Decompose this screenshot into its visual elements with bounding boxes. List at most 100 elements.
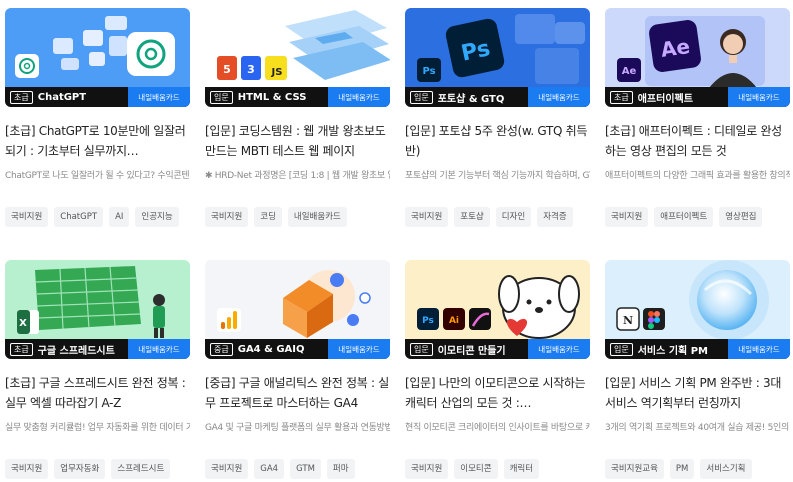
tag[interactable]: 캐릭터 [503, 459, 540, 479]
js-icon: JS [265, 56, 287, 80]
tag[interactable]: 국비지원 [205, 459, 249, 479]
naeil-card-badge: 내일배움카드 [728, 339, 790, 359]
tag[interactable]: 서비스기획 [700, 459, 752, 479]
tag[interactable]: 스프레드시트 [111, 459, 171, 479]
illustrator-icon: Ai [443, 308, 465, 330]
tag[interactable]: 국비지원 [405, 459, 449, 479]
course-thumbnail[interactable]: Ps Ai 입문 이모티콘 만들기 내일배움카드 [405, 260, 590, 359]
svg-text:5: 5 [223, 63, 231, 76]
thumbnail-caption-bar: 입문 이모티콘 만들기 내일배움카드 [405, 339, 590, 359]
course-card[interactable]: Ae Ae 초급 애프터이펙트 내일배움카드 [초급] 애프터이펙트 : 디테일… [605, 8, 790, 227]
level-badge: 입문 [610, 342, 633, 356]
course-title[interactable]: [초급] ChatGPT로 10분만에 일잘러 되기 : 기초부터 실무까지… [5, 121, 190, 161]
svg-text:X: X [19, 318, 27, 329]
after-effects-icon: Ae [617, 58, 641, 82]
tag[interactable]: PM [669, 459, 695, 479]
tag[interactable]: 이모티콘 [454, 459, 498, 479]
course-thumbnail[interactable]: N 입문 서비스 기획 PM 내일배움카드 [605, 260, 790, 359]
tag-list: 국비지원교육 PM 서비스기획 [605, 459, 790, 479]
course-title[interactable]: [초급] 구글 스프레드시트 완전 정복 : 실무 엑셀 따라잡기 A-Z [5, 373, 190, 413]
tag[interactable]: 국비지원 [5, 459, 49, 479]
course-title[interactable]: [입문] 나만의 이모티콘으로 시작하는 캐릭터 산업의 모든 것 :… [405, 373, 590, 413]
course-card[interactable]: 중급 GA4 & GAIQ 내일배움카드 [중급] 구글 애널리틱스 완전 정복… [205, 260, 390, 479]
naeil-card-badge: 내일배움카드 [728, 87, 790, 107]
course-thumbnail[interactable]: X 초급 구글 스프레드시트 내일배움카드 [5, 260, 190, 359]
subject-label: 서비스 기획 PM [637, 345, 708, 357]
subject-label: 이모티콘 만들기 [437, 345, 506, 357]
course-title[interactable]: [중급] 구글 애널리틱스 완전 정복 : 실무 프로젝트로 마스터하는 GA4 [205, 373, 390, 413]
course-thumbnail[interactable]: Ps Ps 입문 포토샵 & GTQ 내일배움카드 [405, 8, 590, 107]
tag[interactable]: GTM [290, 459, 321, 479]
tag-list: 국비지원 코딩 내일배움카드 [205, 207, 390, 227]
subject-label: 애프터이펙트 [637, 93, 693, 105]
tag-list: 국비지원 이모티콘 캐릭터 [405, 459, 590, 479]
svg-text:Ps: Ps [422, 316, 434, 326]
naeil-card-badge: 내일배움카드 [128, 339, 190, 359]
course-card[interactable]: 5 3 JS 입문 HTML & CSS 내일배움카드 [입문] 코딩스템원 :… [205, 8, 390, 227]
thumbnail-caption-bar: 입문 포토샵 & GTQ 내일배움카드 [405, 87, 590, 107]
subject-label: GA4 & GAIQ [237, 343, 305, 355]
level-badge: 중급 [210, 342, 233, 356]
svg-text:N: N [623, 314, 633, 327]
tag[interactable]: 국비지원 [605, 207, 649, 227]
course-thumbnail[interactable]: 초급 ChatGPT 내일배움카드 [5, 8, 190, 107]
course-card[interactable]: Ps Ai 입문 이모티콘 만들기 내일배움카드 [입문] 나만의 이모티콘으로… [405, 260, 590, 479]
tag[interactable]: 국비지원 [405, 207, 449, 227]
tag[interactable]: 내일배움카드 [287, 207, 347, 227]
naeil-card-badge: 내일배움카드 [328, 339, 390, 359]
course-card[interactable]: N 입문 서비스 기획 PM 내일배움카드 [입문] 서비스 기획 PM 완주반… [605, 260, 790, 479]
course-card[interactable]: X 초급 구글 스프레드시트 내일배움카드 [초급] 구글 스프레드시트 완전 … [5, 260, 190, 479]
tag[interactable]: 코딩 [254, 207, 282, 227]
tag[interactable]: 애프터이펙트 [654, 207, 714, 227]
course-thumbnail[interactable]: 중급 GA4 & GAIQ 내일배움카드 [205, 260, 390, 359]
course-title[interactable]: [입문] 서비스 기획 PM 완주반 : 3대 서비스 역기획부터 런칭까지 [605, 373, 790, 413]
course-description: 현직 이모티콘 크리에이터의 인사이트를 바탕으로 캐릭터를 활용한 다양한 산… [405, 423, 590, 433]
course-card[interactable]: 초급 ChatGPT 내일배움카드 [초급] ChatGPT로 10분만에 일잘… [5, 8, 190, 227]
excel-icon: X [17, 310, 39, 334]
course-description: 실무 맞춤형 커리큘럼! 업무 자동화를 위한 데이터 가공 및 분석, 시각화… [5, 423, 190, 433]
notion-icon: N [616, 307, 640, 331]
tag-list: 국비지원 ChatGPT AI 인공지능 [5, 207, 190, 227]
course-title[interactable]: [초급] 애프터이펙트 : 디테일로 완성하는 영상 편집의 모든 것 [605, 121, 790, 161]
tag[interactable]: 국비지원교육 [605, 459, 664, 479]
course-description: 포토샵의 기본 기능부터 핵심 기능까지 학습하며, GTQ 자격증 대비까지 … [405, 171, 590, 181]
tag[interactable]: AI [109, 207, 130, 227]
subject-label: 구글 스프레드시트 [37, 345, 115, 357]
tag[interactable]: 영상편집 [719, 207, 763, 227]
naeil-card-badge: 내일배움카드 [328, 87, 390, 107]
tag[interactable]: 퍼마 [326, 459, 355, 479]
tag[interactable]: 업무자동화 [54, 459, 106, 479]
tag-list: 국비지원 포토샵 디자인 자격증 [405, 207, 590, 227]
level-badge: 초급 [10, 90, 33, 104]
naeil-card-badge: 내일배움카드 [528, 87, 590, 107]
svg-text:JS: JS [271, 67, 283, 78]
subject-label: HTML & CSS [237, 91, 307, 103]
course-title[interactable]: [입문] 코딩스템원 : 웹 개발 왕초보도 만드는 MBTI 테스트 웹 페이… [205, 121, 390, 161]
tag[interactable]: 자격증 [537, 207, 573, 227]
css3-icon: 3 [241, 56, 261, 80]
tag[interactable]: 국비지원 [5, 207, 49, 227]
thumbnail-caption-bar: 입문 HTML & CSS 내일배움카드 [205, 87, 390, 107]
spreadsheet-art [35, 266, 141, 330]
tag-list: 국비지원 업무자동화 스프레드시트 [5, 459, 190, 479]
tag[interactable]: ChatGPT [54, 207, 104, 227]
course-title[interactable]: [입문] 포토샵 5주 완성(w. GTQ 취득반) [405, 121, 590, 161]
course-thumbnail[interactable]: 5 3 JS 입문 HTML & CSS 내일배움카드 [205, 8, 390, 107]
thumbnail-caption-bar: 초급 구글 스프레드시트 내일배움카드 [5, 339, 190, 359]
svg-text:Ps: Ps [422, 66, 435, 77]
tag[interactable]: 포토샵 [454, 207, 490, 227]
course-thumbnail[interactable]: Ae Ae 초급 애프터이펙트 내일배움카드 [605, 8, 790, 107]
tag[interactable]: 인공지능 [135, 207, 179, 227]
level-badge: 입문 [410, 342, 433, 356]
html5-icon: 5 [217, 56, 237, 80]
svg-text:Ae: Ae [622, 66, 637, 77]
tag[interactable]: 디자인 [495, 207, 532, 227]
tag-list: 국비지원 GA4 GTM 퍼마 [205, 459, 390, 479]
openai-icon [15, 54, 39, 78]
thumbnail-caption-bar: 입문 서비스 기획 PM 내일배움카드 [605, 339, 790, 359]
tag[interactable]: GA4 [254, 459, 285, 479]
tag[interactable]: 국비지원 [205, 207, 249, 227]
course-card[interactable]: Ps Ps 입문 포토샵 & GTQ 내일배움카드 [입문] 포토샵 5주 완성… [405, 8, 590, 227]
course-grid: 초급 ChatGPT 내일배움카드 [초급] ChatGPT로 10분만에 일잘… [0, 0, 793, 482]
level-badge: 초급 [10, 342, 33, 356]
